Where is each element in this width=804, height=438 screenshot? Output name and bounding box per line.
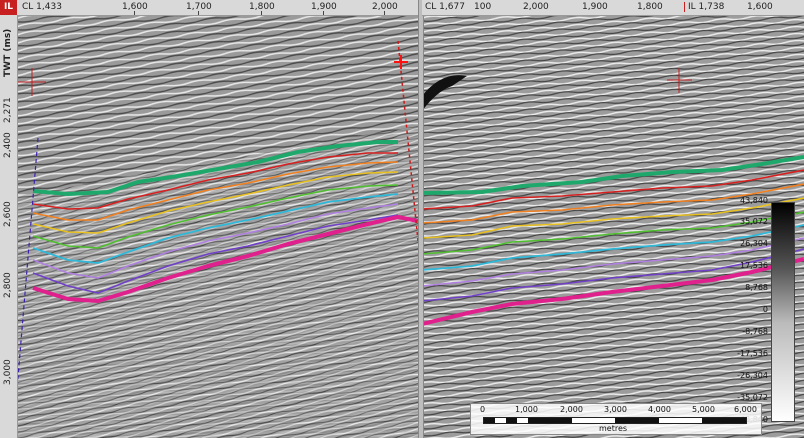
crossline-label: CL 1,677 — [425, 2, 465, 12]
colorbar-label: 0 — [762, 305, 768, 314]
ruler-label: 1,800 — [637, 2, 663, 12]
inline-tag: IL — [0, 0, 17, 15]
colorbar-label: -17,536 — [737, 349, 768, 358]
axis-label: 3,000 — [3, 359, 13, 385]
scale-label: 0 — [480, 405, 486, 414]
scale-label: 3,000 — [604, 405, 627, 414]
colorbar-label: -8,768 — [742, 327, 768, 336]
left-top-ruler: IL CL 1,433 1,600 1,700 1,800 1,900 2,00… — [0, 0, 418, 16]
ruler-label: 100 — [474, 2, 492, 12]
colorbar-label: -26,304 — [737, 371, 768, 380]
axis-title: TWT (ms) — [3, 28, 13, 77]
ruler-label: 1,600 — [747, 2, 773, 12]
colorbar-gradient — [771, 202, 795, 422]
left-seismic-section[interactable] — [18, 16, 418, 438]
scale-label: 5,000 — [692, 405, 715, 414]
scale-label: 2,000 — [560, 405, 583, 414]
twt-axis: TWT (ms) 2,271 2,400 2,600 2,800 3,000 — [0, 15, 18, 438]
scale-label: 4,000 — [648, 405, 671, 414]
colorbar-label: 43,840 — [740, 196, 768, 205]
right-top-ruler: CL 1,677 100 2,000 1,900 1,800 IL 1,738 … — [422, 0, 804, 16]
left-seismic-panel[interactable] — [18, 16, 418, 438]
axis-label: 2,800 — [3, 272, 13, 298]
axis-label: 2,271 — [3, 97, 13, 123]
scale-label: 1,000 — [515, 405, 538, 414]
ruler-label: 2,000 — [523, 2, 549, 12]
colorbar-label: 8,768 — [745, 283, 768, 292]
crossline-label: CL 1,433 — [22, 2, 62, 12]
scale-bar: 0 1,000 2,000 3,000 4,000 5,000 6,000 me… — [470, 403, 762, 435]
colorbar-label: 35,072 — [740, 217, 768, 226]
scale-ruler — [483, 417, 747, 424]
colorbar-label: 26,304 — [740, 239, 768, 248]
axis-label: 2,400 — [3, 132, 13, 158]
panel-divider[interactable] — [418, 0, 424, 438]
scale-label: 6,000 — [734, 405, 757, 414]
scale-units: metres — [599, 424, 628, 433]
colorbar-label: 17,536 — [740, 261, 768, 270]
colorbar-label: -35,072 — [737, 393, 768, 402]
inline-label: IL 1,738 — [684, 2, 724, 12]
ruler-label: 1,900 — [582, 2, 608, 12]
axis-label: 2,600 — [3, 201, 13, 227]
amplitude-colorbar: 43,840 35,072 26,304 17,536 8,768 0 -8,7… — [737, 196, 796, 426]
